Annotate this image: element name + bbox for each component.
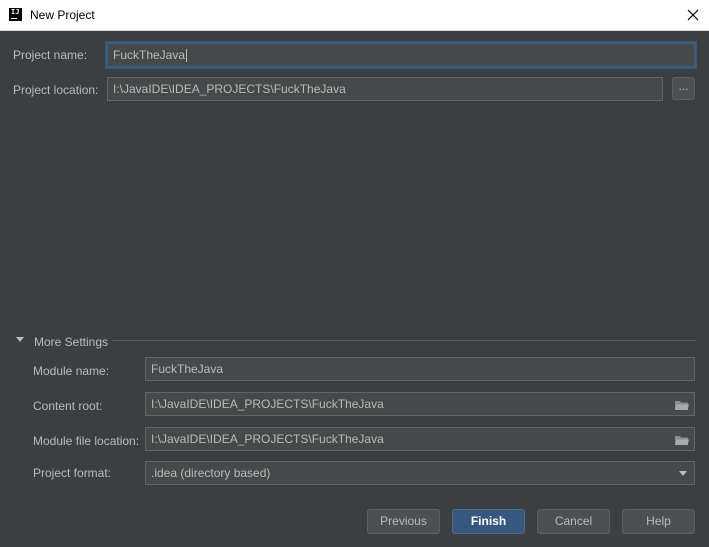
window-title: New Project: [30, 8, 95, 22]
browse-location-button[interactable]: ...: [672, 77, 695, 100]
close-icon[interactable]: [684, 6, 702, 24]
module-file-location-value: I:\JavaIDE\IDEA_PROJECTS\FuckTheJava: [151, 432, 384, 446]
help-button[interactable]: Help: [622, 509, 695, 534]
module-name-label: Module name:: [33, 364, 110, 378]
folder-icon[interactable]: [674, 397, 690, 411]
chevron-down-icon: [679, 471, 687, 476]
project-name-input[interactable]: FuckTheJava: [107, 43, 695, 67]
project-location-label: Project location:: [13, 83, 99, 97]
previous-button[interactable]: Previous: [367, 509, 440, 534]
module-name-value: FuckTheJava: [151, 362, 224, 376]
module-name-input[interactable]: FuckTheJava: [145, 357, 695, 381]
text-caret: [186, 49, 188, 63]
module-file-location-label: Module file location:: [33, 434, 140, 448]
content-root-label: Content root:: [33, 399, 103, 413]
project-format-value: .idea (directory based): [151, 466, 271, 480]
project-name-value: FuckTheJava: [113, 48, 186, 62]
section-divider: [112, 340, 696, 341]
cancel-button[interactable]: Cancel: [537, 509, 610, 534]
project-location-input[interactable]: I:\JavaIDE\IDEA_PROJECTS\FuckTheJava: [107, 77, 663, 101]
project-format-label: Project format:: [33, 466, 112, 480]
project-format-select[interactable]: .idea (directory based): [145, 461, 695, 485]
content-root-input[interactable]: I:\JavaIDE\IDEA_PROJECTS\FuckTheJava: [145, 392, 695, 416]
title-bar: IJ New Project: [0, 0, 709, 31]
content-root-value: I:\JavaIDE\IDEA_PROJECTS\FuckTheJava: [151, 397, 384, 411]
project-name-label: Project name:: [13, 48, 88, 62]
triangle-down-icon[interactable]: [16, 337, 24, 342]
project-location-value: I:\JavaIDE\IDEA_PROJECTS\FuckTheJava: [113, 82, 346, 96]
module-file-location-input[interactable]: I:\JavaIDE\IDEA_PROJECTS\FuckTheJava: [145, 427, 695, 451]
more-settings-toggle[interactable]: More Settings: [34, 335, 108, 349]
folder-icon[interactable]: [674, 432, 690, 446]
finish-button[interactable]: Finish: [452, 509, 525, 534]
intellij-app-icon: IJ: [9, 8, 22, 21]
